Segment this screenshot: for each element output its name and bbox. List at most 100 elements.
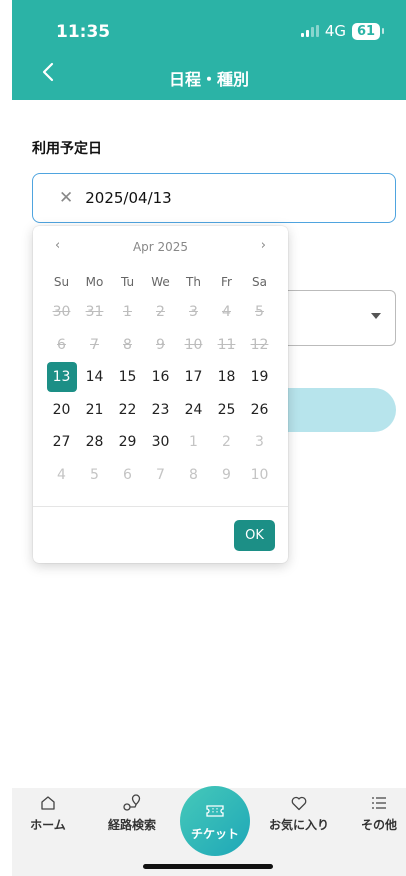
day-number: 24 bbox=[184, 401, 203, 418]
status-indicators: 4G 61 bbox=[300, 22, 384, 40]
day-cell: 6 bbox=[45, 329, 78, 362]
home-indicator bbox=[143, 864, 273, 869]
day-cell[interactable]: 14 bbox=[78, 361, 111, 394]
weekday-label: Mo bbox=[85, 275, 104, 289]
tab-route-label: 経路検索 bbox=[107, 818, 156, 832]
tab-route-search[interactable]: 経路検索 bbox=[100, 792, 164, 833]
weekday-label: Su bbox=[53, 275, 70, 289]
day-cell[interactable]: 8 bbox=[177, 459, 210, 492]
day-number: 14 bbox=[85, 369, 104, 386]
day-number: 4 bbox=[57, 466, 66, 483]
next-month-icon[interactable]: › bbox=[261, 238, 266, 253]
app-header: 11:35 4G 61 日程・種別 bbox=[12, 0, 406, 100]
bottom-tab-bar: ホーム 経路検索 チケット お気に入り その他 bbox=[12, 786, 406, 876]
day-cell[interactable]: 10 bbox=[243, 459, 276, 492]
ok-button[interactable]: OK bbox=[234, 520, 275, 551]
weekday-label: Sa bbox=[252, 275, 267, 289]
home-icon bbox=[40, 792, 56, 814]
day-cell[interactable]: 7 bbox=[144, 459, 177, 492]
day-number: 5 bbox=[90, 466, 99, 483]
day-cell[interactable]: 17 bbox=[177, 361, 210, 394]
day-cell[interactable]: 20 bbox=[45, 394, 78, 427]
day-cell[interactable]: 29 bbox=[111, 426, 144, 459]
day-cell[interactable]: 23 bbox=[144, 394, 177, 427]
day-number: 6 bbox=[123, 466, 132, 483]
day-cell[interactable]: 9 bbox=[210, 459, 243, 492]
day-number: 27 bbox=[52, 434, 71, 451]
clear-icon[interactable]: ✕ bbox=[59, 188, 73, 208]
day-cell[interactable]: 6 bbox=[111, 459, 144, 492]
day-number: 18 bbox=[217, 369, 236, 386]
weekday-label: Th bbox=[186, 275, 201, 289]
day-number: 11 bbox=[217, 336, 236, 353]
day-number: 17 bbox=[184, 369, 203, 386]
weekday-row: Su Mo Tu We Th Fr Sa bbox=[45, 275, 276, 289]
tab-other-label: その他 bbox=[360, 818, 397, 832]
day-cell[interactable]: 30 bbox=[144, 426, 177, 459]
day-cell[interactable]: 3 bbox=[243, 426, 276, 459]
day-cell[interactable]: 27 bbox=[45, 426, 78, 459]
status-time: 11:35 bbox=[56, 22, 111, 42]
date-input[interactable]: ✕ 2025/04/13 bbox=[32, 173, 396, 223]
menu-list-icon bbox=[371, 792, 387, 814]
day-cell: 30 bbox=[45, 296, 78, 329]
day-cell: 7 bbox=[78, 329, 111, 362]
picker-divider bbox=[33, 506, 288, 507]
day-cell: 8 bbox=[111, 329, 144, 362]
day-number: 3 bbox=[255, 434, 264, 451]
day-cell[interactable]: 18 bbox=[210, 361, 243, 394]
day-cell[interactable]: 1 bbox=[177, 426, 210, 459]
day-number: 5 bbox=[255, 304, 264, 321]
day-cell: 9 bbox=[144, 329, 177, 362]
day-cell: 3 bbox=[177, 296, 210, 329]
day-cell[interactable]: 24 bbox=[177, 394, 210, 427]
tab-ticket[interactable]: チケット bbox=[180, 786, 250, 856]
picker-month-label[interactable]: Apr 2025 bbox=[33, 240, 288, 254]
day-cell[interactable]: 15 bbox=[111, 361, 144, 394]
day-cell[interactable]: 4 bbox=[45, 459, 78, 492]
day-cell[interactable]: 2 bbox=[210, 426, 243, 459]
day-number: 12 bbox=[250, 336, 269, 353]
day-number: 8 bbox=[189, 466, 198, 483]
day-number: 4 bbox=[222, 304, 231, 321]
signal-icon bbox=[300, 25, 319, 37]
day-cell[interactable]: 25 bbox=[210, 394, 243, 427]
day-cell[interactable]: 21 bbox=[78, 394, 111, 427]
tab-favorites[interactable]: お気に入り bbox=[264, 792, 334, 833]
caret-down-icon bbox=[371, 313, 381, 319]
day-grid: 30 31 1 2 3 4 5 6 7 8 9 10 11 12 13 14 15 16 17 18 19 20 21 22 2… bbox=[45, 296, 276, 491]
day-number: 20 bbox=[52, 401, 71, 418]
day-number: 6 bbox=[57, 336, 66, 353]
day-cell[interactable]: 26 bbox=[243, 394, 276, 427]
day-number: 15 bbox=[118, 369, 137, 386]
day-cell[interactable]: 16 bbox=[144, 361, 177, 394]
ticket-icon bbox=[206, 800, 224, 822]
day-number: 9 bbox=[156, 336, 165, 353]
day-number: 16 bbox=[151, 369, 170, 386]
day-cell[interactable]: 28 bbox=[78, 426, 111, 459]
weekday-label: Fr bbox=[221, 275, 232, 289]
tab-home[interactable]: ホーム bbox=[24, 792, 72, 833]
submit-button[interactable] bbox=[270, 388, 396, 432]
tab-other[interactable]: その他 bbox=[358, 792, 400, 833]
battery-tip bbox=[382, 28, 384, 34]
date-picker: ‹ Apr 2025 › Su Mo Tu We Th Fr Sa 30 31 1 2 3 4 5 6 7 8… bbox=[33, 226, 288, 563]
day-cell[interactable]: 22 bbox=[111, 394, 144, 427]
day-cell: 11 bbox=[210, 329, 243, 362]
battery-icon: 61 bbox=[352, 22, 380, 40]
network-label: 4G bbox=[324, 22, 346, 40]
day-cell: 31 bbox=[78, 296, 111, 329]
day-cell: 5 bbox=[243, 296, 276, 329]
day-cell-selected[interactable]: 13 bbox=[45, 361, 78, 394]
heart-icon bbox=[291, 792, 307, 814]
day-number: 2 bbox=[222, 434, 231, 451]
day-number: 30 bbox=[151, 434, 170, 451]
weekday-label: We bbox=[151, 275, 170, 289]
day-cell: 1 bbox=[111, 296, 144, 329]
day-cell[interactable]: 5 bbox=[78, 459, 111, 492]
day-number: 28 bbox=[85, 434, 104, 451]
day-cell: 12 bbox=[243, 329, 276, 362]
day-number: 8 bbox=[123, 336, 132, 353]
tab-favorites-label: お気に入り bbox=[268, 818, 329, 832]
day-cell[interactable]: 19 bbox=[243, 361, 276, 394]
